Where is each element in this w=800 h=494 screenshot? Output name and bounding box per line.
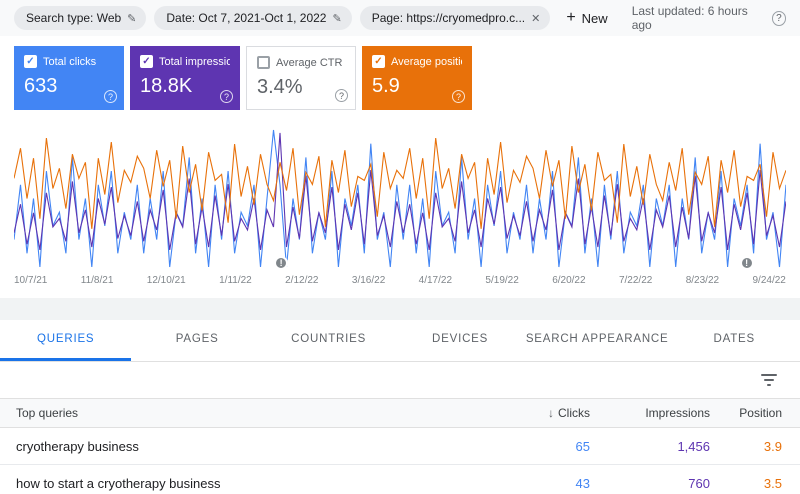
- x-axis-tick-label: 5/19/22: [485, 275, 518, 286]
- edit-pencil-icon[interactable]: ✎: [127, 12, 136, 25]
- performance-chart-canvas: [14, 124, 786, 269]
- tab-countries[interactable]: COUNTRIES: [263, 320, 394, 361]
- x-axis-tick-label: 8/23/22: [686, 275, 719, 286]
- tab-pages[interactable]: PAGES: [131, 320, 262, 361]
- clicks-cell: 43: [500, 476, 590, 491]
- position-cell: 3.9: [710, 439, 800, 454]
- x-axis-tick-label: 4/17/22: [419, 275, 452, 286]
- average-position-card-header: ✓ Average position: [372, 55, 462, 68]
- new-filter-button[interactable]: + New: [558, 6, 615, 31]
- help-icon[interactable]: ?: [220, 90, 233, 103]
- total-impressions-label: Total impressions: [159, 56, 230, 68]
- annotation-marker-icon[interactable]: !: [274, 256, 288, 270]
- tab-search-appearance[interactable]: SEARCH APPEARANCE: [526, 320, 669, 361]
- close-icon[interactable]: ✕: [531, 12, 540, 25]
- total-impressions-value: 18.8K: [140, 75, 230, 98]
- average-position-value: 5.9: [372, 75, 462, 98]
- average-ctr-checkbox[interactable]: [257, 56, 270, 69]
- impressions-header[interactable]: Impressions: [590, 406, 710, 420]
- plus-icon: +: [566, 12, 575, 24]
- x-axis-tick-label: 3/16/22: [352, 275, 385, 286]
- edit-pencil-icon[interactable]: ✎: [332, 12, 341, 25]
- impressions-cell: 760: [590, 476, 710, 491]
- total-impressions-card[interactable]: ✓ Total impressions 18.8K ?: [130, 46, 240, 110]
- x-axis-tick-label: 11/8/21: [81, 275, 114, 286]
- query-cell: how to start a cryotherapy business: [0, 476, 500, 491]
- tab-devices[interactable]: DEVICES: [394, 320, 525, 361]
- section-divider: [0, 298, 800, 320]
- x-axis-tick-label: 12/10/21: [147, 275, 186, 286]
- average-position-card[interactable]: ✓ Average position 5.9 ?: [362, 46, 472, 110]
- date-range-chip[interactable]: Date: Oct 7, 2021-Oct 1, 2022 ✎: [154, 6, 351, 30]
- search-type-chip[interactable]: Search type: Web ✎: [14, 6, 146, 30]
- x-axis-tick-label: 10/7/21: [14, 275, 47, 286]
- table-header: Top queries ↓ Clicks Impressions Position: [0, 398, 800, 428]
- x-axis-tick-label: 2/12/22: [285, 275, 318, 286]
- tab-dates[interactable]: DATES: [669, 320, 800, 361]
- x-axis-tick-label: 1/11/22: [219, 275, 252, 286]
- help-icon[interactable]: ?: [104, 90, 117, 103]
- page-filter-chip[interactable]: Page: https://cryomedpro.c... ✕: [360, 6, 551, 30]
- total-impressions-card-header: ✓ Total impressions: [140, 55, 230, 68]
- page-filter-chip-label: Page: https://cryomedpro.c...: [372, 11, 525, 25]
- total-clicks-card-header: ✓ Total clicks: [24, 55, 114, 68]
- average-position-label: Average position: [391, 56, 462, 68]
- average-ctr-value: 3.4%: [257, 76, 345, 99]
- help-icon[interactable]: ?: [772, 11, 786, 26]
- x-axis-tick-label: 6/20/22: [552, 275, 585, 286]
- total-clicks-card[interactable]: ✓ Total clicks 633 ?: [14, 46, 124, 110]
- query-cell: cryotherapy business: [0, 439, 500, 454]
- clicks-cell: 65: [500, 439, 590, 454]
- average-position-checkbox[interactable]: ✓: [372, 55, 385, 68]
- tab-queries[interactable]: QUERIES: [0, 320, 131, 361]
- new-filter-label: New: [582, 11, 608, 26]
- table-filter-row: [0, 362, 800, 398]
- x-axis-tick-label: 7/22/22: [619, 275, 652, 286]
- filter-icon[interactable]: [760, 373, 778, 387]
- table-body: cryotherapy business651,4563.9how to sta…: [0, 428, 800, 494]
- total-clicks-label: Total clicks: [43, 56, 96, 68]
- search-type-chip-label: Search type: Web: [26, 11, 121, 25]
- average-ctr-card[interactable]: Average CTR 3.4% ?: [246, 46, 356, 110]
- search-console-performance-page: Search type: Web ✎ Date: Oct 7, 2021-Oct…: [0, 0, 800, 494]
- impressions-cell: 1,456: [590, 439, 710, 454]
- filter-bar: Search type: Web ✎ Date: Oct 7, 2021-Oct…: [0, 0, 800, 36]
- metric-cards: ✓ Total clicks 633 ? ✓ Total impressions…: [0, 46, 800, 110]
- help-icon[interactable]: ?: [452, 90, 465, 103]
- help-icon[interactable]: ?: [335, 89, 348, 102]
- total-clicks-value: 633: [24, 75, 114, 98]
- clicks-line: [14, 130, 786, 267]
- sort-desc-icon: ↓: [548, 406, 554, 420]
- average-ctr-card-header: Average CTR: [257, 56, 345, 69]
- table-row[interactable]: how to start a cryotherapy business43760…: [0, 465, 800, 494]
- annotation-marker-icon[interactable]: !: [740, 256, 754, 270]
- clicks-header[interactable]: ↓ Clicks: [500, 406, 590, 420]
- total-impressions-checkbox[interactable]: ✓: [140, 55, 153, 68]
- dimension-tabs: QUERIESPAGESCOUNTRIESDEVICESSEARCH APPEA…: [0, 320, 800, 362]
- top-queries-header: Top queries: [0, 406, 500, 420]
- metrics-and-chart-section: ✓ Total clicks 633 ? ✓ Total impressions…: [0, 36, 800, 298]
- last-updated-text: Last updated: 6 hours ago: [632, 4, 764, 32]
- table-row[interactable]: cryotherapy business651,4563.9: [0, 428, 800, 465]
- dimensions-table-section: QUERIESPAGESCOUNTRIESDEVICESSEARCH APPEA…: [0, 320, 800, 494]
- average-ctr-label: Average CTR: [276, 57, 342, 69]
- x-axis-labels: 10/7/21 11/8/21 12/10/21 1/11/22 2/12/22 3/16…: [14, 275, 786, 286]
- date-range-chip-label: Date: Oct 7, 2021-Oct 1, 2022: [166, 11, 326, 25]
- performance-chart[interactable]: !!: [14, 124, 786, 269]
- total-clicks-checkbox[interactable]: ✓: [24, 55, 37, 68]
- x-axis-tick-label: 9/24/22: [752, 275, 785, 286]
- clicks-header-label: Clicks: [558, 406, 590, 420]
- position-cell: 3.5: [710, 476, 800, 491]
- position-header[interactable]: Position: [710, 406, 800, 420]
